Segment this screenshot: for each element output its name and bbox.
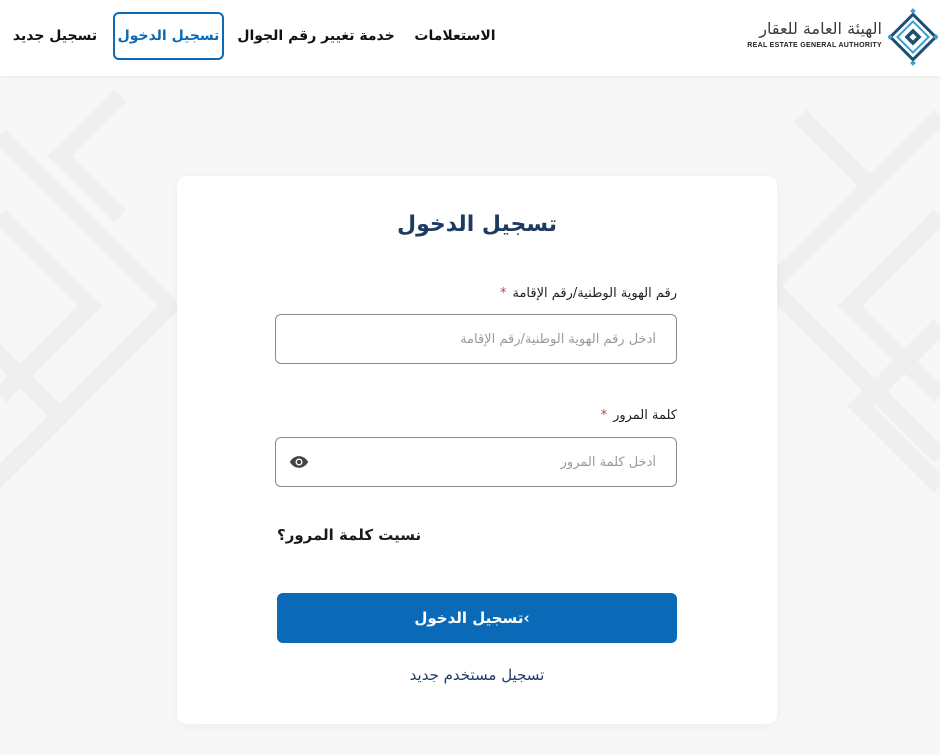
eye-icon[interactable] bbox=[288, 452, 310, 472]
id-input[interactable] bbox=[276, 315, 676, 363]
login-button[interactable]: تسجيل الدخول ‹ bbox=[277, 593, 677, 643]
nav-inquiries[interactable]: الاستعلامات bbox=[405, 12, 505, 60]
nav-register[interactable]: تسجيل جديد bbox=[6, 12, 104, 60]
password-input[interactable] bbox=[276, 438, 676, 486]
chevron-left-icon: ‹ bbox=[523, 609, 530, 627]
password-field[interactable] bbox=[275, 437, 677, 487]
brand-name-ar: الهيئة العامة للعقار bbox=[759, 19, 882, 38]
login-card: تسجيل الدخول رقم الهوية الوطنية/رقم الإق… bbox=[177, 176, 777, 724]
id-field[interactable] bbox=[275, 314, 677, 364]
id-label: رقم الهوية الوطنية/رقم الإقامة * bbox=[500, 286, 677, 301]
password-label-text: كلمة المرور bbox=[613, 408, 677, 423]
forgot-password-link[interactable]: نسيت كلمة المرور؟ bbox=[277, 526, 421, 544]
diamond-lattice-logo-icon bbox=[888, 8, 938, 66]
nav-login[interactable]: تسجيل الدخول bbox=[113, 12, 224, 60]
register-new-user-link[interactable]: تسجيل مستخدم جديد bbox=[177, 666, 777, 684]
password-label: كلمة المرور * bbox=[601, 408, 677, 423]
login-title: تسجيل الدخول bbox=[396, 212, 558, 237]
required-mark: * bbox=[600, 408, 608, 423]
brand-logo[interactable]: الهيئة العامة للعقار REAL ESTATE GENERAL… bbox=[740, 8, 940, 66]
top-header: تسجيل جديد تسجيل الدخول خدمة تغيير رقم ا… bbox=[0, 0, 940, 76]
login-button-label: تسجيل الدخول bbox=[414, 609, 524, 627]
nav-change-mobile[interactable]: خدمة تغيير رقم الجوال bbox=[234, 12, 398, 60]
id-label-text: رقم الهوية الوطنية/رقم الإقامة bbox=[512, 286, 677, 301]
brand-name-en: REAL ESTATE GENERAL AUTHORITY bbox=[747, 42, 882, 49]
required-mark: * bbox=[499, 286, 507, 301]
